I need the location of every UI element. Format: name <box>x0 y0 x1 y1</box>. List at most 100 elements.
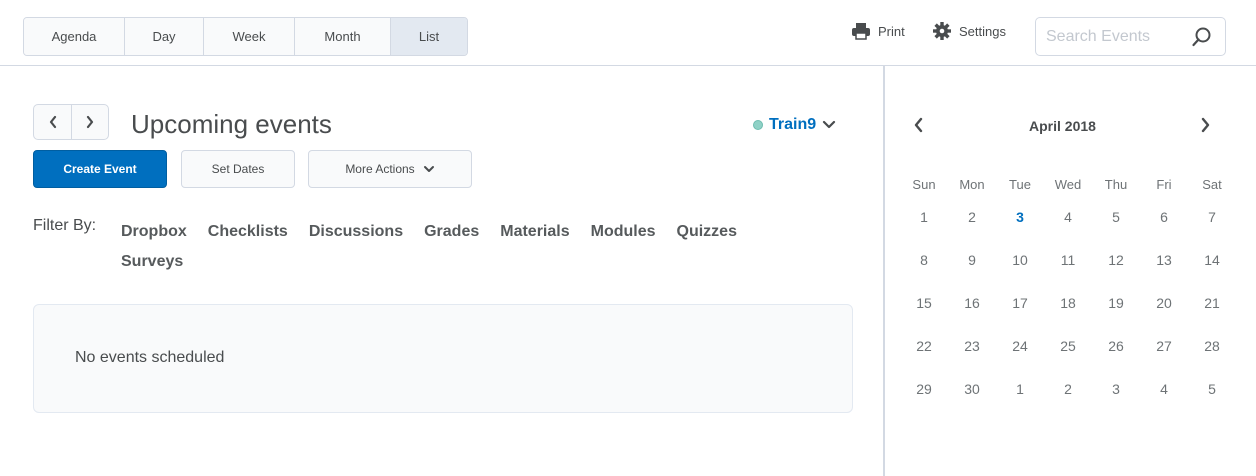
calendar-day[interactable]: 7 <box>1188 209 1236 252</box>
calendar-week: 29 30 1 2 3 4 5 <box>900 381 1236 424</box>
filter-grades[interactable]: Grades <box>424 217 479 247</box>
search-input[interactable] <box>1046 18 1186 55</box>
weekday-label: Sat <box>1202 177 1222 192</box>
weekday-label: Tue <box>1009 177 1031 192</box>
calendar-day[interactable]: 2 <box>1044 381 1092 424</box>
calendar-day[interactable]: 20 <box>1140 295 1188 338</box>
chevron-right-icon <box>86 115 94 129</box>
weekday-header-row: Sun Mon Tue Wed Thu Fri Sat <box>900 163 1236 209</box>
tab-agenda[interactable]: Agenda <box>24 18 125 55</box>
calendar-day[interactable]: 21 <box>1188 295 1236 338</box>
printer-icon <box>851 21 871 41</box>
print-button[interactable]: Print <box>851 21 905 41</box>
calendar-week: 15 16 17 18 19 20 21 <box>900 295 1236 338</box>
filter-row-2: Surveys <box>121 247 821 277</box>
calendar-selector[interactable]: Train9 <box>753 116 836 134</box>
calendar-day[interactable]: 1 <box>996 381 1044 424</box>
calendar-day[interactable]: 4 <box>1044 209 1092 252</box>
calendar-day[interactable]: 1 <box>900 209 948 252</box>
calendar-day[interactable]: 4 <box>1140 381 1188 424</box>
tab-list[interactable]: List <box>391 18 467 55</box>
calendar-week: 8 9 10 11 12 13 14 <box>900 252 1236 295</box>
calendar-day[interactable]: 18 <box>1044 295 1092 338</box>
filter-list: Dropbox Checklists Discussions Grades Materi… <box>121 217 821 277</box>
chevron-down-icon <box>823 120 836 129</box>
create-event-button[interactable]: Create Event <box>33 150 167 188</box>
page-title: Upcoming events <box>131 109 332 139</box>
set-dates-button[interactable]: Set Dates <box>181 150 295 188</box>
next-month-button[interactable] <box>1199 117 1211 138</box>
calendar-day[interactable]: 25 <box>1044 338 1092 381</box>
calendar-day[interactable]: 19 <box>1092 295 1140 338</box>
filter-dropbox[interactable]: Dropbox <box>121 217 187 247</box>
view-switcher: Agenda Day Week Month List <box>23 17 468 56</box>
calendar-day[interactable]: 6 <box>1140 209 1188 252</box>
calendar-day[interactable]: 27 <box>1140 338 1188 381</box>
calendar-day[interactable]: 5 <box>1188 381 1236 424</box>
calendar-day[interactable]: 23 <box>948 338 996 381</box>
calendar-day[interactable]: 29 <box>900 381 948 424</box>
calendar-day[interactable]: 28 <box>1188 338 1236 381</box>
filter-checklists[interactable]: Checklists <box>208 217 288 247</box>
calendar-grid: Sun Mon Tue Wed Thu Fri Sat 1 2 3 4 5 6 … <box>900 163 1236 424</box>
calendar-day[interactable]: 30 <box>948 381 996 424</box>
calendar-header: April 2018 <box>885 111 1256 141</box>
weekday-label: Sun <box>912 177 936 192</box>
calendar-name: Train9 <box>769 116 817 133</box>
filter-discussions[interactable]: Discussions <box>309 217 403 247</box>
tab-day[interactable]: Day <box>125 18 204 55</box>
calendar-day[interactable]: 15 <box>900 295 948 338</box>
chevron-down-icon <box>423 165 434 172</box>
calendar-day[interactable]: 2 <box>948 209 996 252</box>
period-navigator <box>33 104 109 140</box>
calendar-day[interactable]: 5 <box>1092 209 1140 252</box>
chevron-left-icon <box>914 117 923 133</box>
search-icon[interactable] <box>1191 26 1213 48</box>
next-period-button[interactable] <box>71 105 108 139</box>
chevron-left-icon <box>49 115 56 129</box>
calendar-day[interactable]: 10 <box>996 252 1044 295</box>
weekday-label: Wed <box>1054 177 1082 192</box>
filter-label: Filter By: <box>33 217 97 234</box>
calendar-month-label: April 2018 <box>1029 118 1096 134</box>
calendar-day[interactable]: 8 <box>900 252 948 295</box>
calendar-day[interactable]: 24 <box>996 338 1044 381</box>
mini-calendar: April 2018 Sun Mon Tue Wed Thu Fri Sat 1… <box>885 67 1256 476</box>
more-actions-button[interactable]: More Actions <box>308 150 472 188</box>
settings-label: Settings <box>959 23 1006 39</box>
filter-quizzes[interactable]: Quizzes <box>677 217 737 247</box>
calendar-app: Agenda Day Week Month List Print Setting… <box>0 0 1256 476</box>
calendar-day[interactable]: 9 <box>948 252 996 295</box>
calendar-day[interactable]: 22 <box>900 338 948 381</box>
weekday-label: Thu <box>1104 177 1128 192</box>
settings-button[interactable]: Settings <box>932 21 1006 41</box>
calendar-day[interactable]: 17 <box>996 295 1044 338</box>
previous-period-button[interactable] <box>34 105 71 139</box>
tab-week[interactable]: Week <box>204 18 295 55</box>
calendar-day[interactable]: 12 <box>1092 252 1140 295</box>
calendar-day-today[interactable]: 3 <box>996 209 1044 252</box>
top-toolbar: Agenda Day Week Month List Print Setting… <box>0 0 1256 66</box>
more-actions-label: More Actions <box>345 162 415 176</box>
empty-message: No events scheduled <box>75 349 225 366</box>
calendar-day[interactable]: 3 <box>1092 381 1140 424</box>
events-empty-state: No events scheduled <box>33 304 853 413</box>
events-main: Upcoming events Train9 Create Event Set … <box>0 67 883 476</box>
print-label: Print <box>878 23 905 39</box>
filter-materials[interactable]: Materials <box>500 217 569 247</box>
calendar-week: 22 23 24 25 26 27 28 <box>900 338 1236 381</box>
calendar-day[interactable]: 14 <box>1188 252 1236 295</box>
filter-surveys[interactable]: Surveys <box>121 247 183 277</box>
chevron-right-icon <box>1201 117 1210 133</box>
calendar-day[interactable]: 16 <box>948 295 996 338</box>
calendar-day[interactable]: 13 <box>1140 252 1188 295</box>
previous-month-button[interactable] <box>913 117 925 138</box>
calendar-day[interactable]: 26 <box>1092 338 1140 381</box>
calendar-week: 1 2 3 4 5 6 7 <box>900 209 1236 252</box>
weekday-label: Mon <box>959 177 985 192</box>
tab-month[interactable]: Month <box>295 18 391 55</box>
filter-modules[interactable]: Modules <box>591 217 656 247</box>
search-box <box>1035 17 1226 56</box>
gear-icon <box>932 21 952 41</box>
calendar-day[interactable]: 11 <box>1044 252 1092 295</box>
